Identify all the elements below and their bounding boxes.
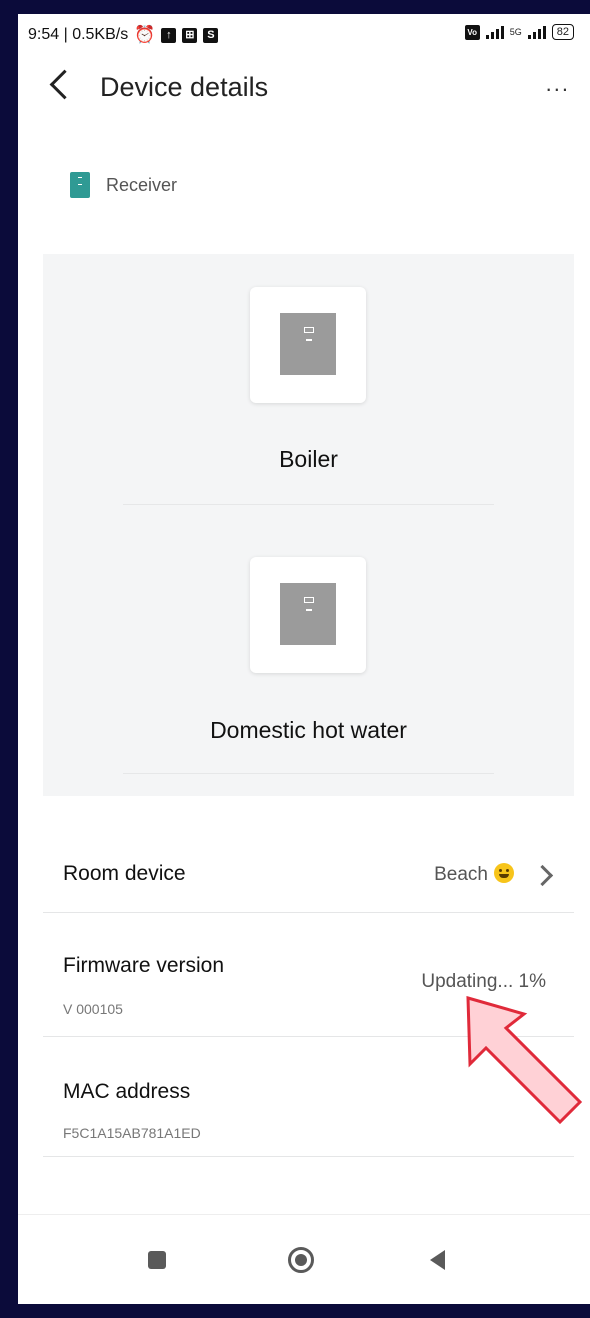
battery-icon: 82 <box>551 24 574 40</box>
annotation-arrow-icon <box>466 995 583 1125</box>
receiver-item: Receiver <box>70 172 177 198</box>
signal-5g-icon <box>527 25 546 39</box>
page-title: Device details <box>100 72 269 102</box>
boiler-device-card[interactable] <box>250 287 366 403</box>
device-divider <box>123 773 494 774</box>
status-bar: 9:54 | 0.5KB/s ⏰ ↑ ⊞ S Vo 5G 82 <box>18 14 590 50</box>
firmware-label: Firmware version <box>63 954 225 977</box>
room-device-row[interactable]: Room device Beach <box>43 834 574 914</box>
receiver-label: Receiver <box>106 174 178 195</box>
hot-water-device-name: Domestic hot water <box>210 717 407 743</box>
room-device-value: Beach <box>434 863 514 886</box>
firmware-update-status: Updating... 1% <box>421 971 546 992</box>
home-icon[interactable] <box>288 1247 314 1273</box>
room-device-value-text: Beach <box>434 864 488 885</box>
signal-icon <box>485 25 504 39</box>
system-nav-bar <box>18 1214 590 1304</box>
mac-address-value: F5C1A15AB781A1ED <box>63 1125 201 1141</box>
app-header: Device details ... <box>18 64 590 114</box>
recents-icon[interactable] <box>148 1251 166 1269</box>
room-device-label: Room device <box>63 862 186 885</box>
more-options-icon[interactable]: ... <box>546 73 570 95</box>
status-time-speed: 9:54 | 0.5KB/s <box>28 26 129 43</box>
status-left: 9:54 | 0.5KB/s ⏰ ↑ ⊞ S <box>28 25 219 45</box>
sim-s-icon: S <box>203 27 219 43</box>
firmware-version: V 000105 <box>63 1001 123 1017</box>
upload-icon: ↑ <box>161 27 177 43</box>
hot-water-device-card[interactable] <box>250 557 366 673</box>
status-right: Vo 5G 82 <box>464 24 574 40</box>
mac-address-label: MAC address <box>63 1080 191 1103</box>
alarm-icon: ⏰ <box>134 25 156 44</box>
devices-panel: Boiler Domestic hot water <box>43 254 574 796</box>
back-chevron-icon[interactable] <box>48 72 70 94</box>
chevron-right-icon[interactable] <box>531 864 554 887</box>
back-triangle-icon[interactable] <box>430 1250 445 1270</box>
receiver-icon <box>70 172 90 198</box>
boiler-device-icon <box>280 313 336 375</box>
network-5g-label: 5G <box>509 27 522 37</box>
grid-app-icon: ⊞ <box>182 27 198 43</box>
hot-water-device-icon <box>280 583 336 645</box>
device-divider <box>123 504 494 505</box>
row-divider <box>43 1156 574 1157</box>
smiley-emoji-icon <box>494 863 514 883</box>
volte-icon: Vo <box>464 24 480 40</box>
boiler-device-name: Boiler <box>279 446 338 472</box>
